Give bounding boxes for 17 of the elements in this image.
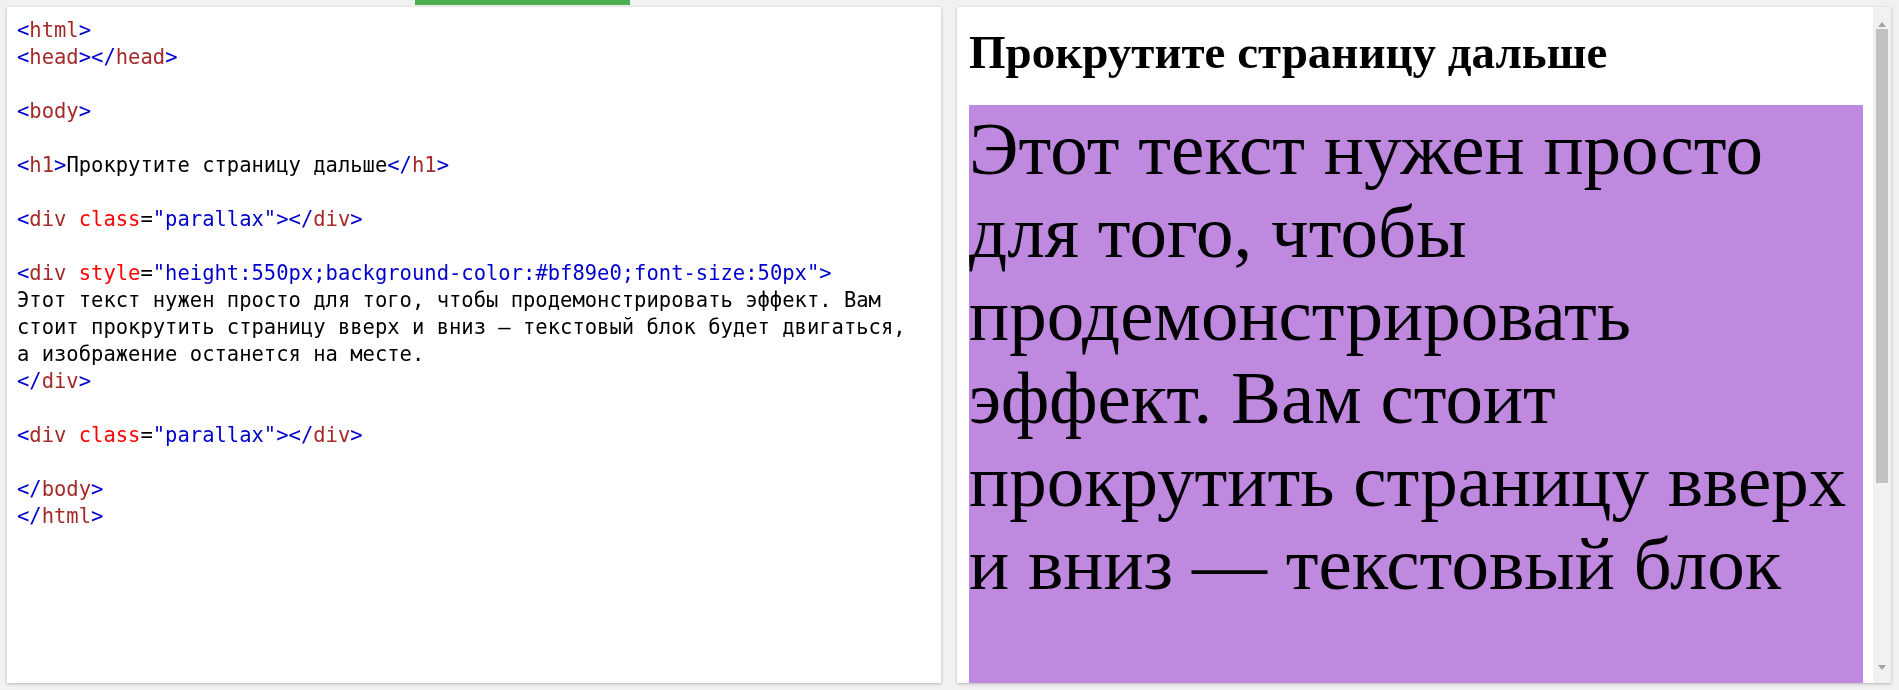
page-heading: Прокрутите страницу дальше (969, 25, 1608, 80)
code-line: </html> (17, 503, 105, 530)
code-line: <div style="height:550px;background-color:#bf89e0;font-size:50px"> (17, 260, 833, 287)
code-line: а изображение останется на месте. (17, 341, 426, 368)
code-line: <h1>Прокрутите страницу дальше</h1> (17, 152, 450, 179)
code-line: <div class="parallax"></div> (17, 422, 364, 449)
code-line: </div> (17, 368, 93, 395)
code-line: Этот текст нужен просто для того, чтобы продемонстрировать эффект. Вам (17, 287, 882, 314)
code-line: <head></head> (17, 44, 179, 71)
code-line: стоит прокрутить страницу вверх и вниз — текстовый блок будет двигаться, (17, 314, 907, 341)
code-editor[interactable] (7, 7, 941, 683)
scrollbar-drawing[interactable] (1873, 7, 1891, 683)
code-line: <body> (17, 98, 93, 125)
code-line: </body> (17, 476, 105, 503)
block-text: Этот текст нужен просто для того, чтобы продемонстрировать эффект. Вам стоит прокрутить страницу вверх и вниз — текстовый блок (969, 106, 1848, 605)
code-line: <html> (17, 17, 93, 44)
code-line: <div class="parallax"></div> (17, 206, 364, 233)
